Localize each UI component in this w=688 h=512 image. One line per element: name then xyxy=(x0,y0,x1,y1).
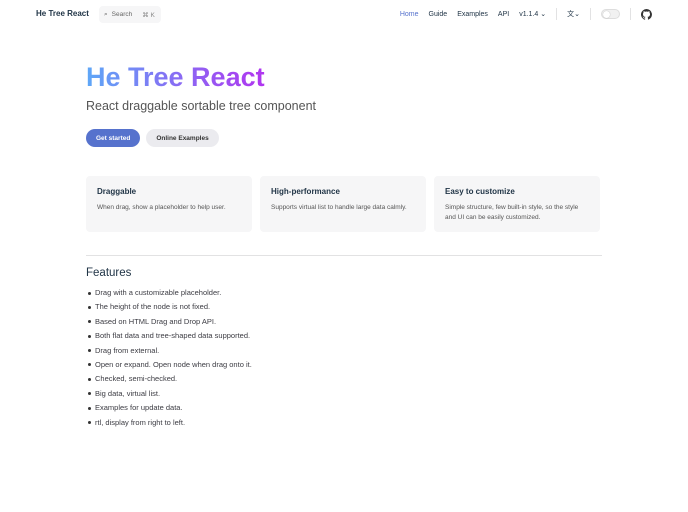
list-item: Drag with a customizable placeholder. xyxy=(88,288,252,302)
list-item: Open or expand. Open node when drag onto… xyxy=(88,360,252,374)
search-label: Search xyxy=(111,11,133,18)
divider xyxy=(630,8,631,20)
list-item: The height of the node is not fixed. xyxy=(88,302,252,316)
version-dropdown[interactable]: v1.1.4 ⌄ xyxy=(519,10,546,18)
features-heading: Features xyxy=(86,267,132,279)
list-item: Examples for update data. xyxy=(88,403,252,417)
feature-card: High-performance Supports virtual list to… xyxy=(260,176,426,232)
list-item: Both flat data and tree-shaped data supp… xyxy=(88,331,252,345)
chevron-down-icon: ⌄ xyxy=(540,11,547,18)
language-icon[interactable]: 文⌄ xyxy=(567,9,580,19)
card-title: High-performance xyxy=(271,187,340,196)
feature-card: Draggable When drag, show a placeholder t… xyxy=(86,176,252,232)
divider xyxy=(86,255,602,256)
shortcut-hint: ⌘ K xyxy=(142,11,155,19)
list-item: Big data, virtual list. xyxy=(88,389,252,403)
card-text: When drag, show a placeholder to help us… xyxy=(97,204,226,211)
divider xyxy=(590,8,591,20)
feature-card: Easy to customize Simple structure, few b… xyxy=(434,176,600,232)
top-nav: He Tree React ⌕ Search ⌘ K Home Guide Exam… xyxy=(0,0,688,30)
nav-guide[interactable]: Guide xyxy=(429,11,448,18)
brand-link[interactable]: He Tree React xyxy=(36,9,89,18)
theme-toggle[interactable] xyxy=(601,9,620,19)
card-text: Simple structure, few built-in style, so… xyxy=(445,204,579,221)
nav-examples[interactable]: Examples xyxy=(457,11,488,18)
card-text: Supports virtual list to handle large da… xyxy=(271,204,407,211)
features-list: Drag with a customizable placeholder. Th… xyxy=(88,288,252,432)
list-item: Drag from external. xyxy=(88,346,252,360)
card-title: Easy to customize xyxy=(445,187,515,196)
hero-title: He Tree React xyxy=(86,62,265,92)
card-title: Draggable xyxy=(97,187,137,196)
list-item: Based on HTML Drag and Drop API. xyxy=(88,317,252,331)
get-started-button[interactable]: Get started xyxy=(86,129,141,147)
sun-icon xyxy=(603,11,610,18)
nav-api[interactable]: API xyxy=(498,11,509,18)
online-examples-button[interactable]: Online Examples xyxy=(146,129,219,147)
nav-home[interactable]: Home xyxy=(400,11,419,18)
search-button[interactable]: ⌕ Search ⌘ K xyxy=(99,6,161,23)
divider xyxy=(556,8,558,20)
list-item: rtl, display from right to left. xyxy=(88,418,252,432)
list-item: Checked, semi-checked. xyxy=(88,374,252,388)
github-icon[interactable] xyxy=(641,8,652,20)
hero-tagline: React draggable sortable tree component xyxy=(86,99,317,113)
version-label: v1.1.4 xyxy=(519,11,539,18)
search-icon: ⌕ xyxy=(104,10,108,18)
